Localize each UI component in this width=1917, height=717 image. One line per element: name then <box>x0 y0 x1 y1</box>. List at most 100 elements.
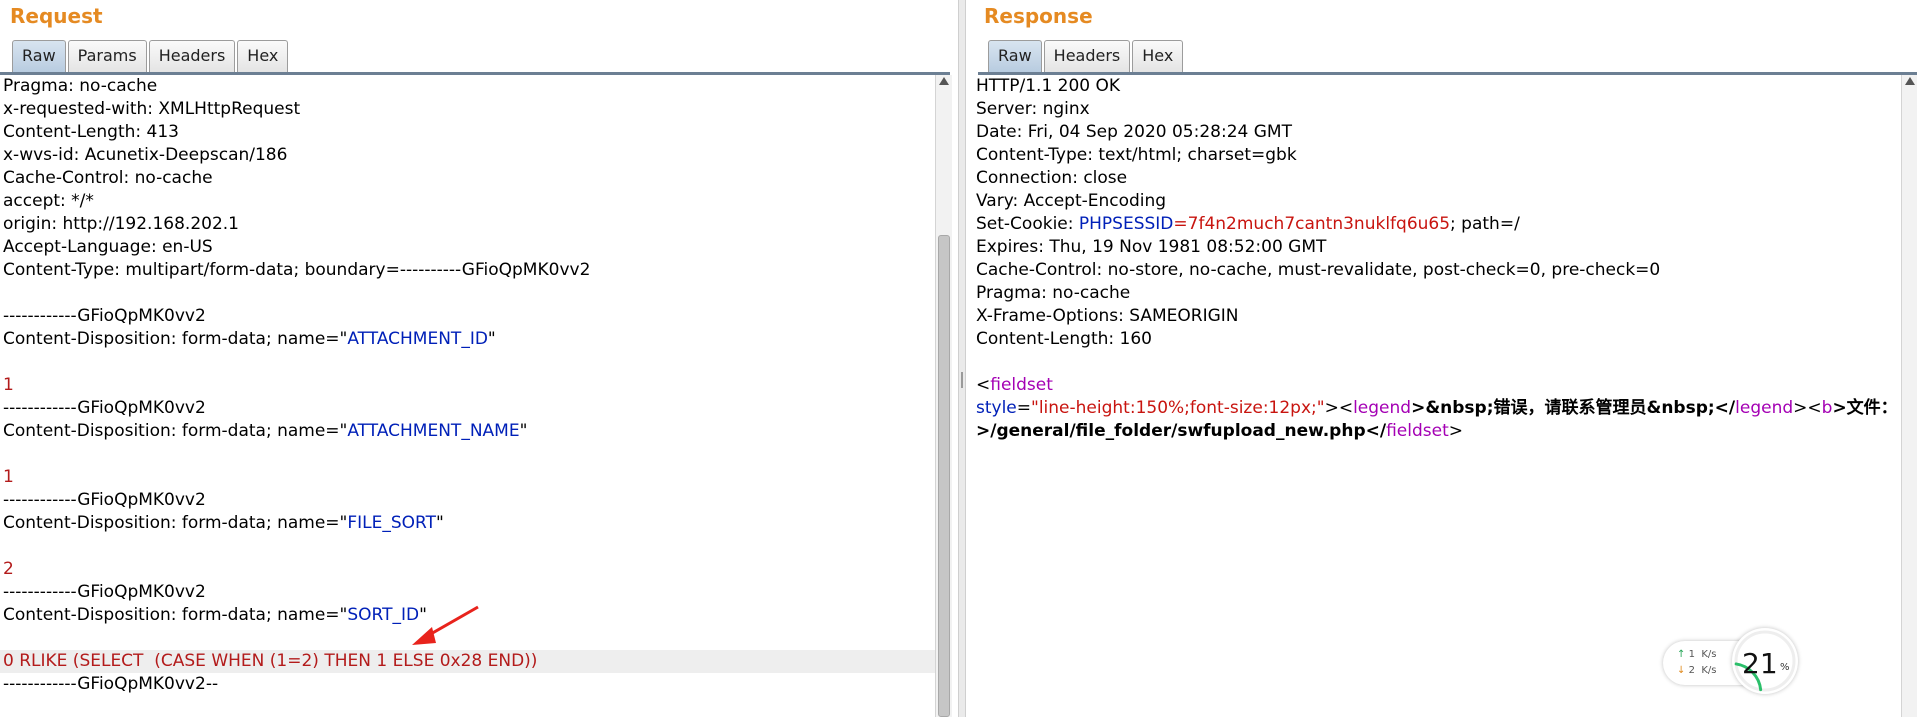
html-punct: < <box>976 375 991 395</box>
request-tab-params[interactable]: Params <box>67 40 147 72</box>
red-arrow-annotation-icon <box>412 605 479 645</box>
html-punct: > <box>1448 421 1463 441</box>
scroll-up-arrow-icon[interactable] <box>1905 77 1915 85</box>
request-tab-raw[interactable]: Raw <box>12 40 66 72</box>
request-line <box>0 535 935 558</box>
request-line: Pragma: no-cache <box>0 75 935 98</box>
scroll-up-arrow-icon[interactable] <box>939 77 949 85</box>
request-line-text: x-wvs-id: Acunetix-Deepscan/186 <box>3 145 288 165</box>
response-tab-headers[interactable]: Headers <box>1043 40 1131 72</box>
request-line: x-requested-with: XMLHttpRequest <box>0 98 935 121</box>
upload-unit: K/s <box>1701 649 1717 660</box>
request-line: 0 RLIKE (SELECT (CASE WHEN (1=2) THEN 1 … <box>0 650 935 673</box>
request-scrollbar[interactable] <box>935 75 952 717</box>
request-line-text: ------------GFioQpMK0vv2-- <box>3 674 219 694</box>
request-line-text: Content-Disposition: form-data; name=" <box>3 329 348 349</box>
request-line: accept: */* <box>0 190 935 213</box>
response-line: style="line-height:150%;font-size:12px;"… <box>966 397 1896 420</box>
request-line-text: " <box>519 421 528 441</box>
download-arrow-icon: ↓ <box>1677 665 1686 676</box>
response-line-text: Cache-Control: no-store, no-cache, must-… <box>976 260 1661 280</box>
request-line-text: Cache-Control: no-cache <box>3 168 213 188</box>
request-line: Content-Disposition: form-data; name="AT… <box>0 420 935 443</box>
html-text: >/general/file_folder/swfupload_new.php<… <box>976 421 1387 441</box>
response-line: Content-Type: text/html; charset=gbk <box>966 144 1896 167</box>
upload-arrow-icon: ↑ <box>1677 649 1686 660</box>
html-punct: >< <box>1324 398 1354 418</box>
request-line-text: " <box>487 329 496 349</box>
cookie-equals: = <box>1173 214 1188 234</box>
request-line-text: ------------GFioQpMK0vv2 <box>3 306 206 326</box>
pane-divider[interactable] <box>958 0 966 717</box>
request-line-text: Content-Disposition: form-data; name=" <box>3 421 348 441</box>
request-tab-headers[interactable]: Headers <box>148 40 236 72</box>
request-line: 1 <box>0 466 935 489</box>
response-line-text: X-Frame-Options: SAMEORIGIN <box>976 306 1239 326</box>
divider-grip-icon[interactable] <box>961 372 963 388</box>
response-line: Set-Cookie: PHPSESSID=7f4n2much7cantn3nu… <box>966 213 1896 236</box>
request-line <box>0 282 935 305</box>
usage-percent-circle[interactable]: 21 % <box>1732 628 1798 694</box>
html-attr-value: "line-height:150%;font-size:12px;" <box>1031 398 1325 418</box>
request-line: Content-Length: 413 <box>0 121 935 144</box>
request-line <box>0 351 935 374</box>
response-line: HTTP/1.1 200 OK <box>966 75 1896 98</box>
html-tag: legend <box>1353 398 1412 418</box>
request-title: Request <box>10 4 103 28</box>
response-tabs: Raw Headers Hex <box>988 40 1185 72</box>
response-line: Date: Fri, 04 Sep 2020 05:28:24 GMT <box>966 121 1896 144</box>
request-line-text: ------------GFioQpMK0vv2 <box>3 398 206 418</box>
request-body-value: 1 <box>3 375 14 395</box>
request-line: Content-Type: multipart/form-data; bound… <box>0 259 935 282</box>
cookie-value: 7f4n2much7cantn3nuklfq6u65 <box>1187 214 1451 234</box>
html-tag: legend <box>1735 398 1794 418</box>
request-line: Content-Disposition: form-data; name="AT… <box>0 328 935 351</box>
request-line <box>0 443 935 466</box>
form-field-name: FILE_SORT <box>347 513 436 533</box>
html-punct: >< <box>1793 398 1822 418</box>
html-tag: fieldset <box>1386 421 1449 441</box>
html-text: >文件：</ <box>1832 398 1896 418</box>
response-line <box>966 351 1896 374</box>
usage-percent-value: 21 <box>1742 647 1778 680</box>
request-line: 1 <box>0 374 935 397</box>
request-line-text: Content-Length: 413 <box>3 122 179 142</box>
response-line-text: Date: Fri, 04 Sep 2020 05:28:24 GMT <box>976 122 1292 142</box>
response-line: Server: nginx <box>966 98 1896 121</box>
response-line-text: Server: nginx <box>976 99 1090 119</box>
request-line-text: Pragma: no-cache <box>3 76 158 96</box>
response-tab-hex[interactable]: Hex <box>1132 40 1184 72</box>
request-body-value: 1 <box>3 467 14 487</box>
response-tab-raw[interactable]: Raw <box>988 40 1042 72</box>
request-line-text: ------------GFioQpMK0vv2 <box>3 582 206 602</box>
upload-value: 1 <box>1688 649 1695 660</box>
html-tag: b <box>1821 398 1833 418</box>
download-unit: K/s <box>1701 665 1717 676</box>
request-line-text: origin: http://192.168.202.1 <box>3 214 239 234</box>
response-line-text: Content-Type: text/html; charset=gbk <box>976 145 1297 165</box>
response-line-text: Vary: Accept-Encoding <box>976 191 1167 211</box>
request-line-text: accept: */* <box>3 191 94 211</box>
response-line: Connection: close <box>966 167 1896 190</box>
request-line-text: " <box>436 513 444 533</box>
request-line: 2 <box>0 558 935 581</box>
response-line: X-Frame-Options: SAMEORIGIN <box>966 305 1896 328</box>
response-line-text: Set-Cookie: <box>976 214 1079 234</box>
response-line-text: Expires: Thu, 19 Nov 1981 08:52:00 GMT <box>976 237 1327 257</box>
response-scrollbar[interactable] <box>1901 75 1917 717</box>
response-line-text: Connection: close <box>976 168 1128 188</box>
response-line: Cache-Control: no-store, no-cache, must-… <box>966 259 1896 282</box>
request-line: ------------GFioQpMK0vv2 <box>0 581 935 604</box>
html-tag: fieldset <box>990 375 1053 395</box>
response-line: <fieldset <box>966 374 1896 397</box>
html-attr: style <box>976 398 1017 418</box>
request-tab-hex[interactable]: Hex <box>237 40 289 72</box>
response-pane: Response Raw Headers Hex HTTP/1.1 200 OK… <box>966 0 1917 717</box>
response-editor[interactable]: HTTP/1.1 200 OK Server: nginx Date: Fri, 0… <box>966 75 1896 717</box>
response-line-text: ; path=/ <box>1450 214 1520 234</box>
request-line: origin: http://192.168.202.1 <box>0 213 935 236</box>
request-line: ------------GFioQpMK0vv2 <box>0 397 935 420</box>
response-line: Vary: Accept-Encoding <box>966 190 1896 213</box>
request-line: ------------GFioQpMK0vv2 <box>0 305 935 328</box>
request-scroll-thumb[interactable] <box>938 235 950 717</box>
